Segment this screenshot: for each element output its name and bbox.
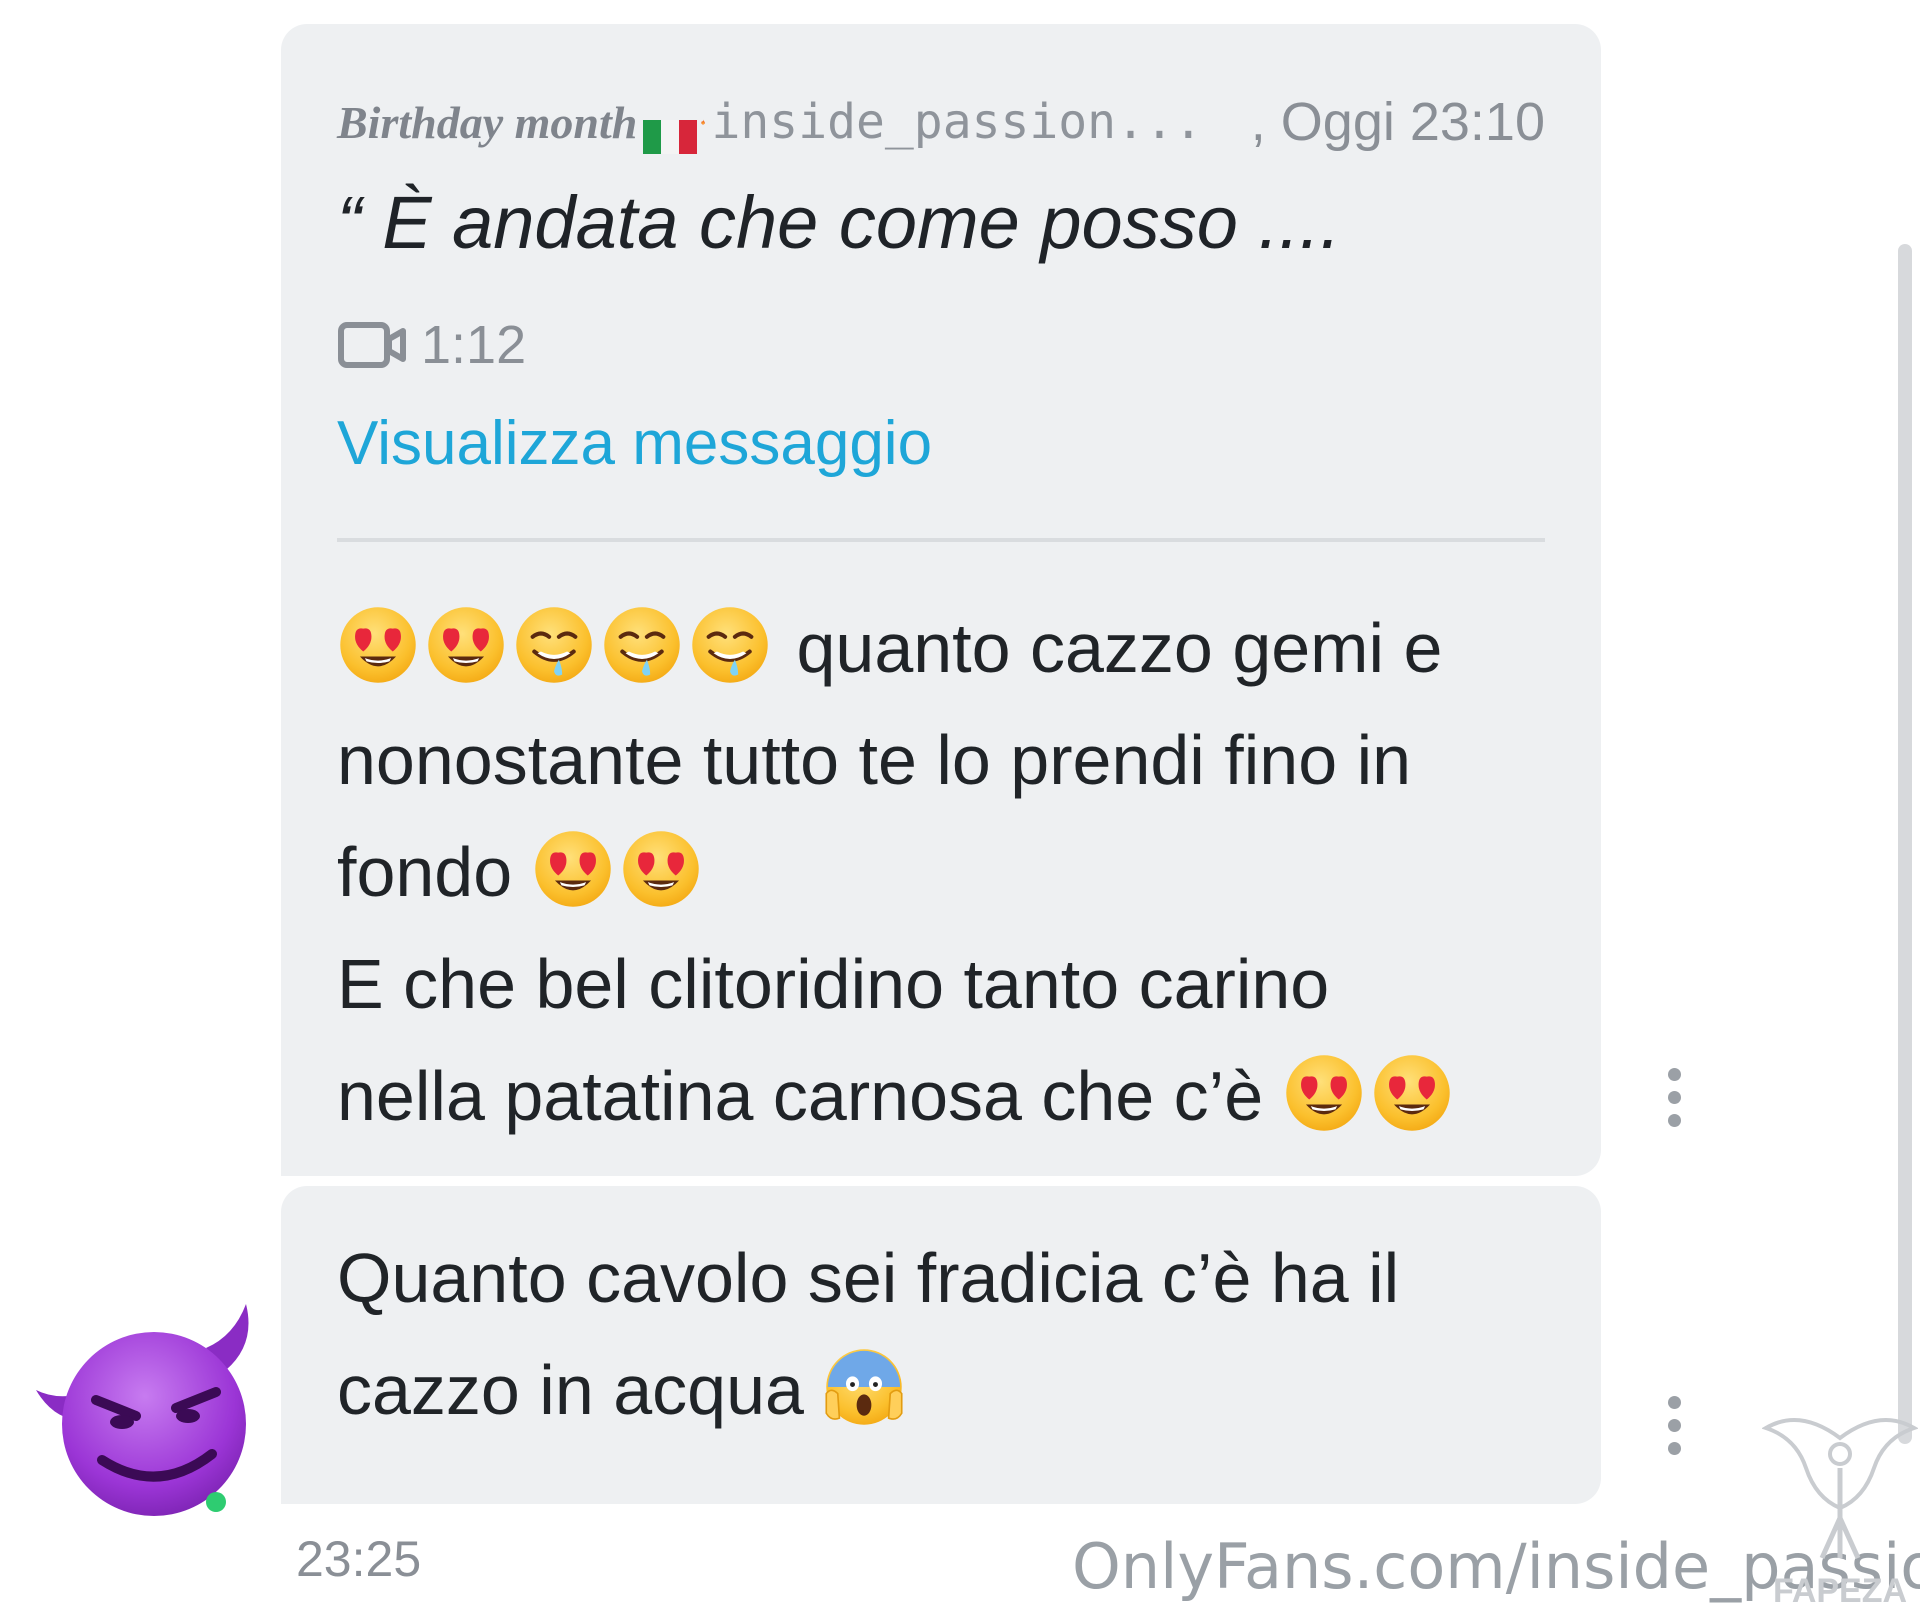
heart-eyes-emoji [620,828,702,910]
view-message-link[interactable]: Visualizza messaggio [337,408,1545,508]
message-bubble[interactable]: Quanto cavolo sei fradicia c’è ha il caz… [281,1186,1601,1504]
message-time: 23:25 [296,1531,422,1587]
scrollbar[interactable] [1898,244,1912,1444]
fapeza-logo: FAPEZA [1762,1418,1918,1608]
message-line: E che bel clitoridino tanto carino [337,945,1330,1023]
drooling-emoji [689,604,771,686]
video-camera-icon [338,322,406,368]
message-line-text: nella patatina carnosa che c’è [337,1057,1264,1135]
message-text: quanto cazzo gemi e nonostante tutto te … [337,592,1557,1152]
dot-icon [1668,1114,1681,1127]
fire-icon [701,119,706,125]
reply-timestamp: , Oggi 23:10 [1250,92,1545,152]
heart-eyes-emoji [1371,1052,1453,1134]
message-text: Quanto cavolo sei fradicia c’è ha il caz… [337,1222,1557,1446]
avatar[interactable] [30,1300,258,1520]
message-line: cazzo in acqua [337,1334,1557,1446]
reply-sender-name: Birthday month [337,96,638,148]
reply-handle: inside_passion... [711,94,1203,150]
video-attachment: 1:12 [337,290,1545,400]
dot-icon [1668,1091,1681,1104]
divider [337,538,1545,542]
dot-icon [1668,1419,1681,1432]
logo-text: FAPEZA [1773,1572,1907,1608]
quoted-reply[interactable]: Birthday month inside_passion... , Oggi … [337,82,1545,508]
message-line-text: cazzo in acqua [337,1351,804,1429]
message-line: nonostante tutto te lo prendi fino in [337,721,1412,799]
heart-eyes-emoji [337,604,419,686]
message-options-button[interactable] [1668,1396,1682,1465]
screaming-fear-emoji [823,1346,905,1428]
heart-eyes-emoji [1283,1052,1365,1134]
message-line: nella patatina carnosa che c’è [337,1040,1557,1152]
drooling-emoji [513,604,595,686]
quoted-text: “ È andata che come posso .... [337,181,1341,264]
message-line-text: fondo [337,833,513,911]
message-bubble-reply[interactable]: Birthday month inside_passion... , Oggi … [281,24,1601,1176]
dot-icon [1668,1396,1681,1409]
heart-eyes-emoji [532,828,614,910]
dot-icon [1668,1442,1681,1455]
drooling-emoji [601,604,683,686]
dot-icon [1668,1068,1681,1081]
message-line: Quanto cavolo sei fradicia c’è ha il [337,1239,1400,1317]
message-line: fondo [337,816,1557,928]
heart-eyes-emoji [425,604,507,686]
message-line: quanto cazzo gemi e [337,592,1557,704]
reply-header: Birthday month inside_passion... , Oggi … [337,82,1545,162]
message-options-button[interactable] [1668,1068,1682,1137]
italy-flag-icon [643,105,698,154]
message-line-text: quanto cazzo gemi e [796,609,1443,687]
video-duration: 1:12 [421,315,527,375]
